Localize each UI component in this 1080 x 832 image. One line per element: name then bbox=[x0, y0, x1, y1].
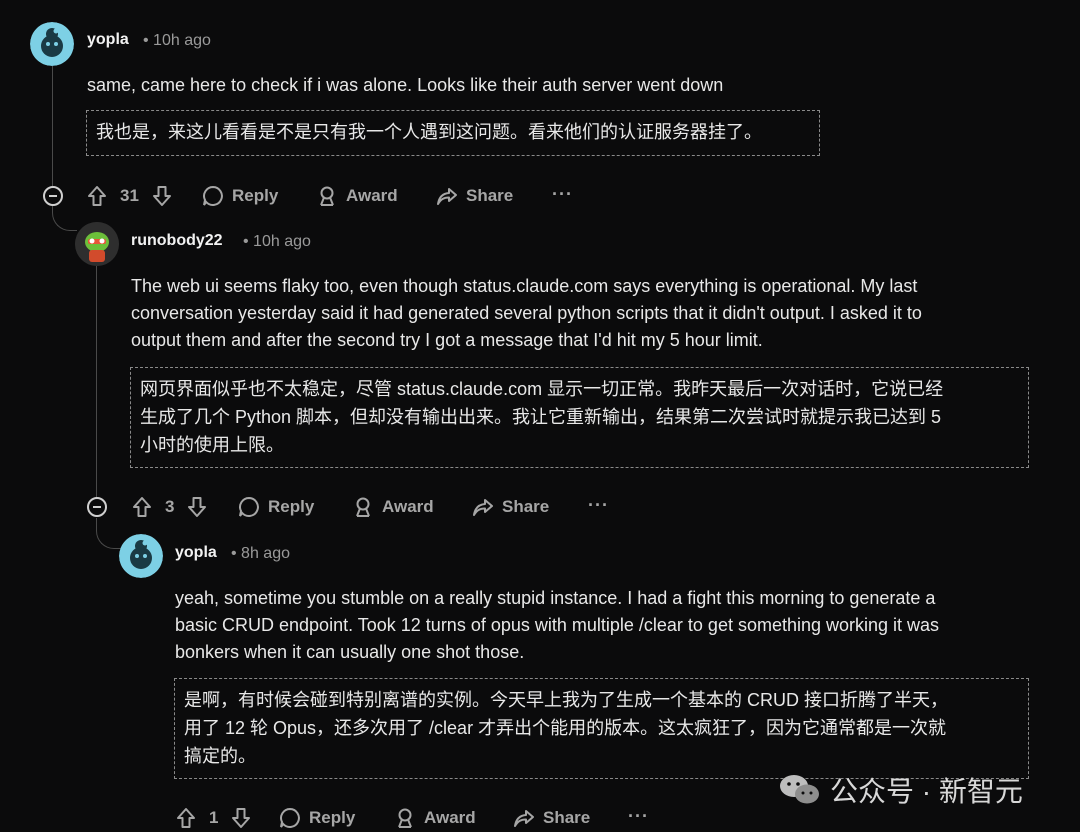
comment-timestamp: • 10h ago bbox=[243, 233, 311, 250]
comment-text-line: The web ui seems flaky too, even though … bbox=[131, 276, 918, 296]
translation-box: 我也是，来这儿看看是不是只有我一个人遇到这问题。看来他们的认证服务器挂了。 bbox=[86, 110, 820, 156]
collapse-thread-button[interactable] bbox=[43, 186, 63, 206]
comment-text-line: output them and after the second try I g… bbox=[131, 330, 763, 350]
collapse-thread-button[interactable] bbox=[87, 497, 107, 517]
translation-line: 生成了几个 Python 脚本，但却没有输出出来。我让它重新输出，结果第二次尝试… bbox=[140, 407, 942, 427]
translation-box: 是啊，有时候会碰到特别离谱的实例。今天早上我为了生成一个基本的 CRUD 接口折… bbox=[174, 678, 1029, 779]
reply-button[interactable]: Reply bbox=[202, 182, 278, 210]
watermark-text: 公众号 · 新智元 bbox=[830, 776, 1023, 807]
reply-label: Reply bbox=[268, 497, 315, 516]
comment-text: same, came here to check if i was alone.… bbox=[87, 75, 724, 95]
comment-text-line: yeah, sometime you stumble on a really s… bbox=[175, 588, 936, 608]
translation-line: 是啊，有时候会碰到特别离谱的实例。今天早上我为了生成一个基本的 CRUD 接口折… bbox=[184, 690, 948, 710]
translation-line: 搞定的。 bbox=[184, 746, 256, 766]
more-options-button[interactable]: ··· bbox=[628, 806, 649, 827]
comment-timestamp: • 8h ago bbox=[231, 545, 290, 562]
comment-username[interactable]: yopla bbox=[87, 31, 129, 49]
share-button[interactable]: Share bbox=[513, 804, 590, 832]
award-button[interactable]: Award bbox=[394, 804, 476, 832]
comment-timestamp: • 10h ago bbox=[143, 32, 211, 49]
avatar[interactable] bbox=[75, 222, 119, 266]
award-label: Award bbox=[424, 808, 476, 827]
share-label: Share bbox=[543, 808, 591, 827]
award-icon bbox=[320, 186, 334, 206]
downvote-icon[interactable] bbox=[151, 185, 173, 207]
share-button[interactable]: Share bbox=[472, 493, 549, 521]
vote-controls: 31 bbox=[86, 182, 173, 210]
translation-line: 用了 12 轮 Opus，还多次用了 /clear 才弄出个能用的版本。这太疯狂… bbox=[184, 718, 947, 738]
comment-bubble-icon bbox=[280, 807, 300, 828]
award-icon bbox=[356, 497, 370, 517]
share-button[interactable]: Share bbox=[436, 182, 513, 210]
avatar[interactable] bbox=[119, 534, 163, 578]
vote-count: 1 bbox=[209, 808, 219, 827]
comment-text-line: conversation yesterday said it had gener… bbox=[131, 303, 922, 323]
award-label: Award bbox=[382, 497, 434, 516]
comment-text-line: basic CRUD endpoint. Took 12 turns of op… bbox=[175, 615, 940, 635]
reply-label: Reply bbox=[232, 186, 279, 205]
downvote-icon[interactable] bbox=[230, 807, 252, 829]
thread-connector bbox=[52, 206, 77, 231]
thread-line bbox=[96, 266, 97, 498]
upvote-icon[interactable] bbox=[86, 185, 108, 207]
comment-text: The web ui seems flaky too, even though … bbox=[131, 273, 1051, 354]
upvote-icon[interactable] bbox=[131, 496, 153, 518]
share-icon bbox=[437, 188, 457, 205]
wechat-icon bbox=[780, 775, 819, 804]
more-options-button[interactable]: ··· bbox=[588, 495, 609, 516]
award-button[interactable]: Award bbox=[316, 182, 398, 210]
comment-bubble-icon bbox=[239, 496, 259, 517]
award-label: Award bbox=[346, 186, 398, 205]
more-options-button[interactable]: ··· bbox=[552, 184, 573, 205]
translation-line: 小时的使用上限。 bbox=[140, 435, 284, 455]
award-button[interactable]: Award bbox=[352, 493, 434, 521]
thread-connector bbox=[96, 518, 121, 549]
vote-controls: 3 bbox=[131, 493, 208, 521]
reply-button[interactable]: Reply bbox=[279, 804, 355, 832]
thread-line bbox=[52, 66, 53, 186]
share-icon bbox=[514, 810, 534, 827]
comment-text: yeah, sometime you stumble on a really s… bbox=[175, 585, 1055, 666]
vote-controls: 1 bbox=[175, 804, 252, 832]
comment-username[interactable]: yopla bbox=[175, 544, 217, 562]
translation-box: 网页界面似乎也不太稳定，尽管 status.claude.com 显示一切正常。… bbox=[130, 367, 1029, 468]
share-icon bbox=[473, 499, 493, 516]
translation-line: 网页界面似乎也不太稳定，尽管 status.claude.com 显示一切正常。… bbox=[140, 379, 944, 399]
vote-count: 31 bbox=[120, 186, 139, 205]
share-label: Share bbox=[502, 497, 550, 516]
avatar[interactable] bbox=[30, 22, 74, 66]
upvote-icon[interactable] bbox=[175, 807, 197, 829]
reply-label: Reply bbox=[309, 808, 356, 827]
watermark: 公众号 · 新智元 bbox=[778, 770, 1023, 810]
comment-text-line: bonkers when it can usually one shot tho… bbox=[175, 642, 525, 662]
downvote-icon[interactable] bbox=[186, 496, 208, 518]
reply-button[interactable]: Reply bbox=[238, 493, 314, 521]
share-label: Share bbox=[466, 186, 514, 205]
translation-text: 我也是，来这儿看看是不是只有我一个人遇到这问题。看来他们的认证服务器挂了。 bbox=[96, 122, 762, 142]
comment-bubble-icon bbox=[203, 185, 223, 206]
comment-username[interactable]: runobody22 bbox=[131, 232, 223, 250]
vote-count: 3 bbox=[165, 497, 175, 516]
award-icon bbox=[398, 808, 412, 828]
